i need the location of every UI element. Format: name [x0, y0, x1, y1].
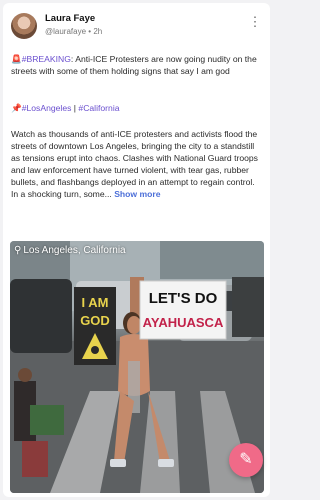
avatar[interactable]	[11, 13, 37, 39]
location-label: ⚲ Los Angeles, California	[14, 245, 126, 256]
sign-lets-do-ayahuasca: LET'S DO AYAHUASCA	[139, 280, 227, 340]
hashtag-breaking[interactable]: #BREAKING	[22, 54, 71, 64]
sign-left-line1: I AM	[82, 295, 109, 310]
location-pin-icon: ⚲	[14, 245, 22, 256]
protest-photo: I AM GOD LET'S DO AYAHUASCA	[10, 241, 264, 493]
location-text: Los Angeles, California	[23, 245, 126, 256]
post-image[interactable]: I AM GOD LET'S DO AYAHUASCA ⚲ Los Angele…	[10, 241, 264, 493]
sign-right-line2: AYAHUASCA	[143, 315, 224, 330]
post-card: Laura Faye @laurafaye • 2h ⋮ 🚨#BREAKING:…	[3, 3, 270, 497]
sign-i-am-god: I AM GOD	[74, 287, 116, 365]
meta-separator: •	[88, 27, 92, 36]
pushpin-emoji: 📌	[11, 103, 22, 113]
post-tags: 📌#LosAngeles | #California	[11, 102, 262, 114]
pencil-compose-icon: ✎	[239, 451, 253, 468]
hashtag-california[interactable]: #California	[78, 103, 119, 113]
show-more-link[interactable]: Show more	[114, 189, 160, 199]
more-options-icon[interactable]: ⋮	[248, 15, 262, 29]
post-header: Laura Faye @laurafaye • 2h ⋮	[11, 11, 262, 45]
siren-emoji: 🚨	[11, 54, 22, 64]
author-name[interactable]: Laura Faye	[45, 13, 95, 24]
author-handle[interactable]: @laurafaye	[45, 27, 86, 36]
compose-button[interactable]: ✎	[229, 443, 263, 477]
hashtag-losangeles[interactable]: #LosAngeles	[22, 103, 72, 113]
author-meta: @laurafaye • 2h	[45, 27, 102, 36]
post-body: Watch as thousands of anti-ICE protester…	[11, 128, 262, 200]
post-headline: 🚨#BREAKING: Anti-ICE Protesters are now …	[11, 53, 262, 77]
sign-right-line1: LET'S DO	[149, 290, 218, 307]
sign-left-line2: GOD	[80, 313, 110, 328]
post-time: 2h	[93, 27, 103, 36]
